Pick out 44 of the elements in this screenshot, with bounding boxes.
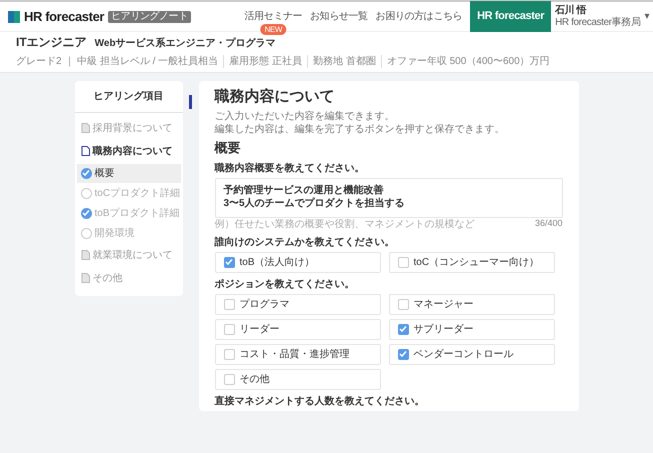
job-detail: グレード2 ｜ 中級 担当レベル / 一般社員相当 [16, 54, 220, 68]
sidebar-title: ヒアリング項目 [74, 80, 182, 113]
caret-icon[interactable]: ▾ [644, 10, 649, 22]
document-icon [80, 273, 90, 284]
checkbox-option[interactable]: ベンダーコントロール [388, 344, 554, 365]
checkbox-option[interactable]: サブリーダー [388, 318, 554, 340]
question-label: ポジションを教えてください。 [214, 278, 356, 291]
sidebar-step[interactable]: 概要 [76, 164, 180, 183]
page-title: 職務内容について [214, 86, 336, 106]
question-label: 直接マネジメントする人数を教えてください。 [214, 394, 426, 408]
checkbox-option[interactable]: マネージャー [388, 294, 554, 315]
description-text: ご入力いただいた内容を編集できます。 [214, 110, 396, 124]
user-org: HR forecaster事務局 [555, 16, 640, 28]
user-name: 石川 悟 [555, 4, 588, 16]
logo-icon [8, 10, 20, 22]
text-area[interactable]: 予約管理サービスの運用と機能改善 3〜5人のチームでプロダクトを担当する [214, 178, 562, 218]
question-label: 誰向けのシステムかを教えてください。 [214, 236, 396, 249]
checkbox-option[interactable]: コスト・品質・進捗管理 [214, 344, 380, 365]
question-label: 職務内容概要を教えてください。 [214, 162, 366, 175]
logo-text: HR forecaster [24, 8, 104, 24]
nav-link[interactable]: お知らせ一覧 [310, 10, 368, 22]
new-badge: NEW [260, 24, 286, 34]
char-counter: 36/400 [534, 218, 562, 230]
job-detail: 雇用形態 正社員 [223, 54, 308, 68]
brand-button[interactable]: HR forecaster [470, 1, 552, 32]
job-title: ITエンジニア [16, 35, 87, 51]
checkbox-option[interactable]: プログラマ [214, 294, 380, 315]
job-detail: オファー年収 500（400〜600）万円 [380, 54, 555, 68]
accent-bar [188, 94, 192, 109]
section-title: 概要 [214, 140, 242, 157]
checkbox-option[interactable]: その他 [214, 368, 380, 390]
logo-badge: ヒアリングノート [108, 10, 191, 22]
nav-link[interactable]: お困りの方はこちら [376, 10, 462, 22]
sidebar-item[interactable]: 職務内容について [74, 140, 182, 163]
document-icon [80, 250, 90, 260]
hint-text: 例）任せたい業務の概要や役割、マネジメントの規模など [214, 218, 474, 231]
checkbox-option[interactable]: リーダー [214, 318, 380, 340]
description-text: 編集した内容は、編集を完了するボタンを押すと保存できます。 [214, 123, 506, 136]
checkbox-option[interactable]: toC（コンシューマー向け） [388, 252, 554, 273]
document-icon [80, 123, 90, 134]
document-icon [80, 146, 90, 156]
job-subtitle: Webサービス系エンジニア・プログラマ [94, 37, 276, 50]
checkbox-option[interactable]: toB（法人向け） [214, 252, 380, 273]
job-detail: 勤務地 首都圏 [307, 54, 381, 68]
